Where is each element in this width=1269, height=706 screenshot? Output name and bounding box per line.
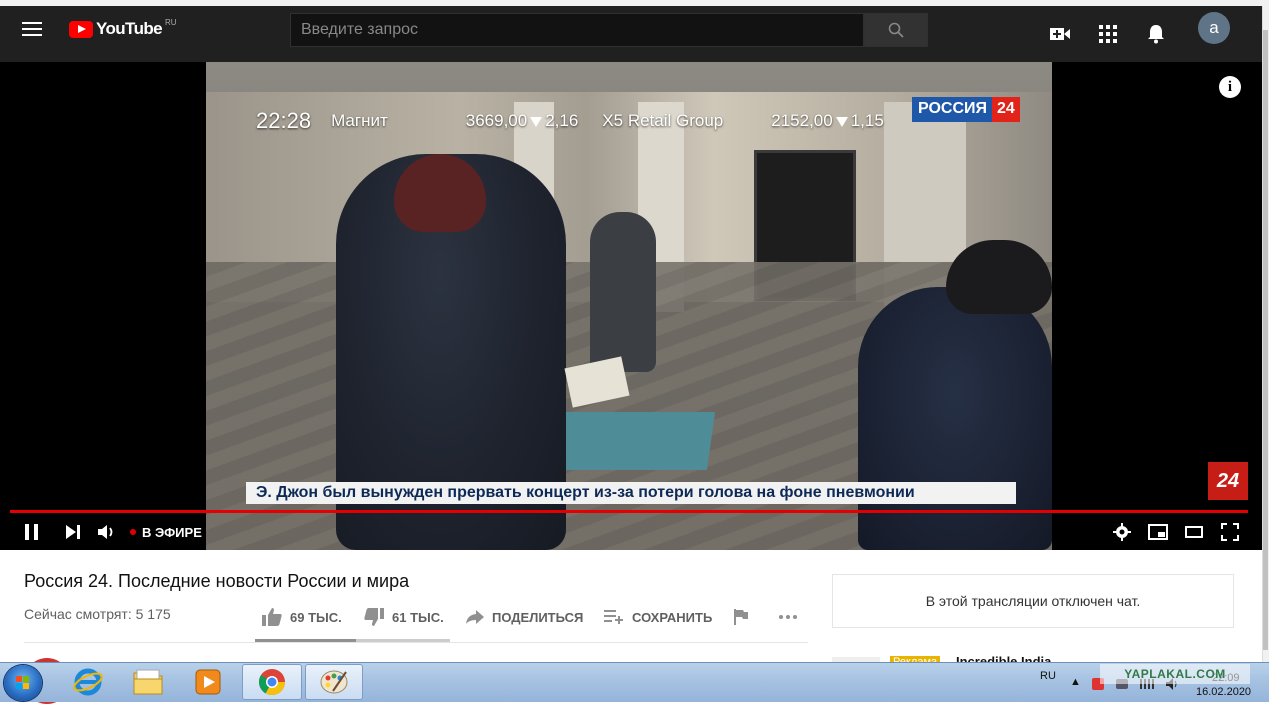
info-divider — [24, 642, 808, 643]
theater-icon — [1185, 526, 1203, 538]
thumbs-up-icon — [262, 608, 282, 626]
dislike-count: 61 ТЫС. — [392, 609, 444, 625]
live-dot-icon — [130, 529, 136, 535]
create-video-icon[interactable] — [1048, 22, 1072, 46]
media-player-icon — [195, 669, 221, 695]
live-indicator[interactable]: В ЭФИРЕ — [130, 517, 202, 547]
next-button[interactable] — [62, 517, 84, 547]
theater-mode-button[interactable] — [1182, 517, 1206, 547]
info-icon[interactable]: i — [1219, 76, 1241, 98]
rossiya24-logo: РОССИЯ 24 — [912, 97, 1020, 122]
miniplayer-icon — [1148, 524, 1168, 540]
down-arrow-icon — [835, 117, 848, 127]
youtube-logo[interactable]: YouTube RU — [69, 18, 177, 40]
thumbs-down-icon — [364, 608, 384, 626]
menu-icon[interactable] — [22, 22, 42, 36]
ticker-stock2-price: 2152,00 — [771, 111, 833, 130]
video-scene-hat — [946, 240, 1052, 314]
paint-palette-icon — [320, 670, 348, 694]
share-label: ПОДЕЛИТЬСЯ — [492, 609, 584, 625]
miniplayer-button[interactable] — [1146, 517, 1170, 547]
like-count: 69 ТЫС. — [290, 609, 342, 625]
more-actions-button[interactable] — [778, 605, 806, 629]
logo-region: RU — [165, 17, 177, 27]
search-box — [290, 13, 864, 47]
taskbar-explorer[interactable] — [120, 664, 176, 700]
save-button[interactable]: СОХРАНИТЬ — [604, 605, 712, 629]
playlist-add-icon — [604, 610, 623, 624]
youtube-play-icon — [69, 20, 93, 38]
settings-button[interactable] — [1110, 517, 1134, 547]
player-controls: В ЭФИРЕ — [0, 517, 1262, 550]
internet-explorer-icon — [73, 668, 103, 696]
volume-icon — [98, 525, 113, 539]
language-indicator[interactable]: RU — [1040, 670, 1056, 682]
folder-icon — [133, 669, 163, 695]
live-label: В ЭФИРЕ — [142, 524, 202, 540]
rossiya24-logo-number: 24 — [992, 97, 1020, 122]
site-watermark: YAPLAKAL.COM — [1100, 664, 1250, 684]
logo-text: YouTube — [96, 19, 163, 38]
notifications-bell-icon[interactable] — [1144, 22, 1168, 46]
ticker-stock2-name: X5 Retail Group — [602, 111, 724, 130]
ticker-stock1-name: Магнит — [331, 111, 388, 130]
pause-icon — [25, 524, 38, 540]
account-avatar[interactable]: a — [1198, 12, 1230, 44]
dislike-button[interactable]: 61 ТЫС. — [364, 605, 444, 629]
video-player[interactable]: 22:28 Магнит 3669,00 2,16 X5 Retail Grou… — [0, 62, 1262, 550]
viewer-count: Сейчас смотрят: 5 175 — [24, 606, 171, 622]
video-title: Россия 24. Последние новости России и ми… — [24, 571, 410, 591]
tray-expand-icon[interactable]: ▲ — [1070, 676, 1081, 688]
ticker-time: 22:28 — [256, 108, 312, 133]
clock-date[interactable]: 16.02.2020 — [1196, 686, 1251, 698]
fullscreen-icon — [1221, 523, 1239, 541]
search-button[interactable] — [864, 13, 928, 47]
stock-ticker: 22:28 Магнит 3669,00 2,16 X5 Retail Grou… — [256, 108, 884, 133]
channel-badge: 24 — [1208, 462, 1248, 500]
down-arrow-icon — [530, 117, 543, 127]
next-icon — [66, 525, 80, 539]
search-input[interactable] — [291, 14, 863, 46]
taskbar-paint[interactable] — [305, 664, 363, 700]
save-label: СОХРАНИТЬ — [632, 609, 713, 625]
taskbar-media-player[interactable] — [180, 664, 236, 700]
chat-disabled-text: В этой трансляции отключен чат. — [925, 593, 1141, 609]
chat-disabled-box: В этой трансляции отключен чат. — [832, 574, 1234, 628]
ticker-stock2-change: 1,15 — [850, 111, 884, 130]
more-horizontal-icon — [779, 615, 797, 619]
news-headline: Э. Джон был вынужден прервать концерт из… — [246, 482, 1016, 504]
search-icon — [888, 22, 904, 38]
report-button[interactable] — [734, 605, 756, 629]
flag-icon — [734, 609, 748, 625]
fullscreen-button[interactable] — [1218, 517, 1242, 547]
rossiya24-logo-text: РОССИЯ — [912, 97, 993, 122]
taskbar-internet-explorer[interactable] — [60, 664, 116, 700]
share-button[interactable]: ПОДЕЛИТЬСЯ — [466, 605, 583, 629]
apps-grid-icon[interactable] — [1096, 22, 1120, 46]
ticker-stock1-price: 3669,00 — [465, 111, 528, 130]
volume-button[interactable] — [96, 517, 118, 547]
gear-icon — [1113, 523, 1131, 541]
taskbar-chrome[interactable] — [242, 664, 302, 700]
windows-logo-icon — [16, 676, 29, 689]
ticker-stock1-change: 2,16 — [545, 111, 579, 130]
video-frame[interactable] — [206, 62, 1052, 550]
pause-button[interactable] — [20, 517, 44, 547]
share-icon — [466, 610, 484, 624]
video-scene-bench — [546, 412, 716, 470]
scrollbar-thumb[interactable] — [1263, 30, 1268, 650]
progress-bar[interactable] — [10, 510, 1248, 513]
chrome-icon — [258, 669, 286, 696]
start-button[interactable] — [4, 665, 42, 701]
like-button[interactable]: 69 ТЫС. — [262, 605, 342, 629]
video-scene-person — [590, 212, 656, 372]
